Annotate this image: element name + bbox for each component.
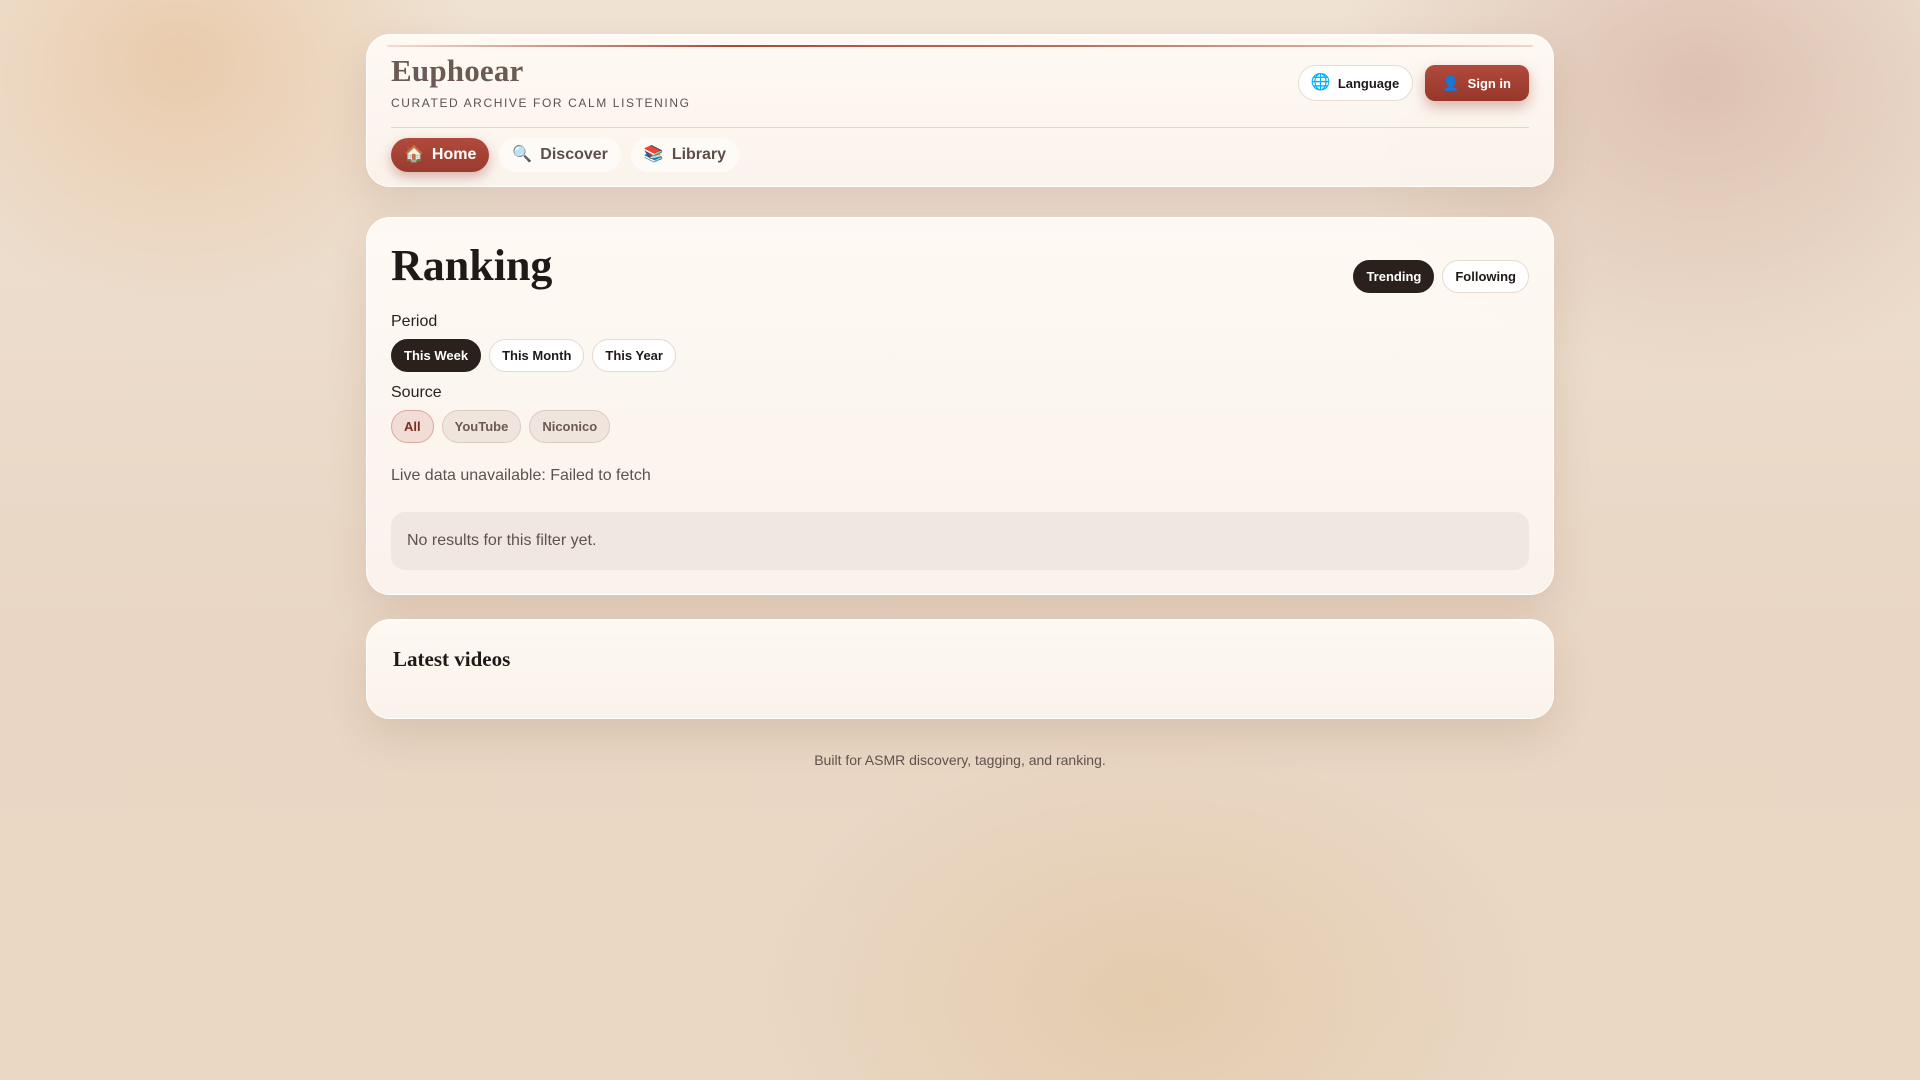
brand-title[interactable]: Euphoear <box>391 53 691 89</box>
nav-item-label: Library <box>671 146 727 163</box>
sign-in-button[interactable]: 👤 Sign in <box>1425 65 1529 101</box>
accent-line <box>387 45 1533 47</box>
source-label: Source <box>391 384 442 401</box>
source-all-button[interactable]: All <box>391 410 434 443</box>
ranking-tabs: Trending Following <box>1353 260 1529 293</box>
nav-item-home[interactable]: 🏠 Home <box>391 138 490 172</box>
header-actions: 🌐 Language 👤 Sign in <box>1297 65 1529 101</box>
latest-videos-title: Latest videos <box>393 647 511 671</box>
language-button[interactable]: 🌐 Language <box>1297 65 1414 101</box>
main-nav: 🏠 Home 🔍 Discover 📚 Library <box>391 138 740 172</box>
sign-in-label: Sign in <box>1467 75 1511 91</box>
nav-item-label: Discover <box>540 146 608 163</box>
empty-results: No results for this filter yet. <box>391 512 1529 570</box>
language-label: Language <box>1337 75 1400 91</box>
period-this-week-button[interactable]: This Week <box>391 339 482 372</box>
search-icon: 🔍 <box>512 146 533 163</box>
tab-following[interactable]: Following <box>1442 260 1529 293</box>
books-icon: 📚 <box>643 146 664 163</box>
status-message: Live data unavailable: Failed to fetch <box>391 467 651 484</box>
brand-subtitle: CURATED ARCHIVE FOR CALM LISTENING <box>391 96 691 110</box>
period-filter: This Week This Month This Year <box>391 339 676 372</box>
ranking-title: Ranking <box>391 241 553 290</box>
period-this-year-button[interactable]: This Year <box>592 339 676 372</box>
ranking-card: Ranking Trending Following Period This W… <box>366 217 1554 595</box>
brand: Euphoear CURATED ARCHIVE FOR CALM LISTEN… <box>391 53 691 110</box>
source-filter: All YouTube Niconico <box>391 410 611 443</box>
source-niconico-button[interactable]: Niconico <box>529 410 611 443</box>
nav-item-label: Home <box>431 146 477 163</box>
globe-icon: 🌐 <box>1310 74 1331 91</box>
nav-item-library[interactable]: 📚 Library <box>630 138 740 172</box>
nav-item-discover[interactable]: 🔍 Discover <box>499 138 621 172</box>
home-icon: 🏠 <box>404 146 424 163</box>
period-label: Period <box>391 313 438 330</box>
tab-trending[interactable]: Trending <box>1353 260 1435 293</box>
user-icon: 👤 <box>1442 75 1460 91</box>
latest-videos-card: Latest videos <box>366 619 1554 719</box>
header-divider <box>391 127 1529 128</box>
source-youtube-button[interactable]: YouTube <box>441 410 522 443</box>
footer-text: Built for ASMR discovery, tagging, and r… <box>814 752 1106 768</box>
header-card: Euphoear CURATED ARCHIVE FOR CALM LISTEN… <box>366 34 1554 187</box>
period-this-month-button[interactable]: This Month <box>489 339 585 372</box>
empty-results-text: No results for this filter yet. <box>407 532 597 549</box>
